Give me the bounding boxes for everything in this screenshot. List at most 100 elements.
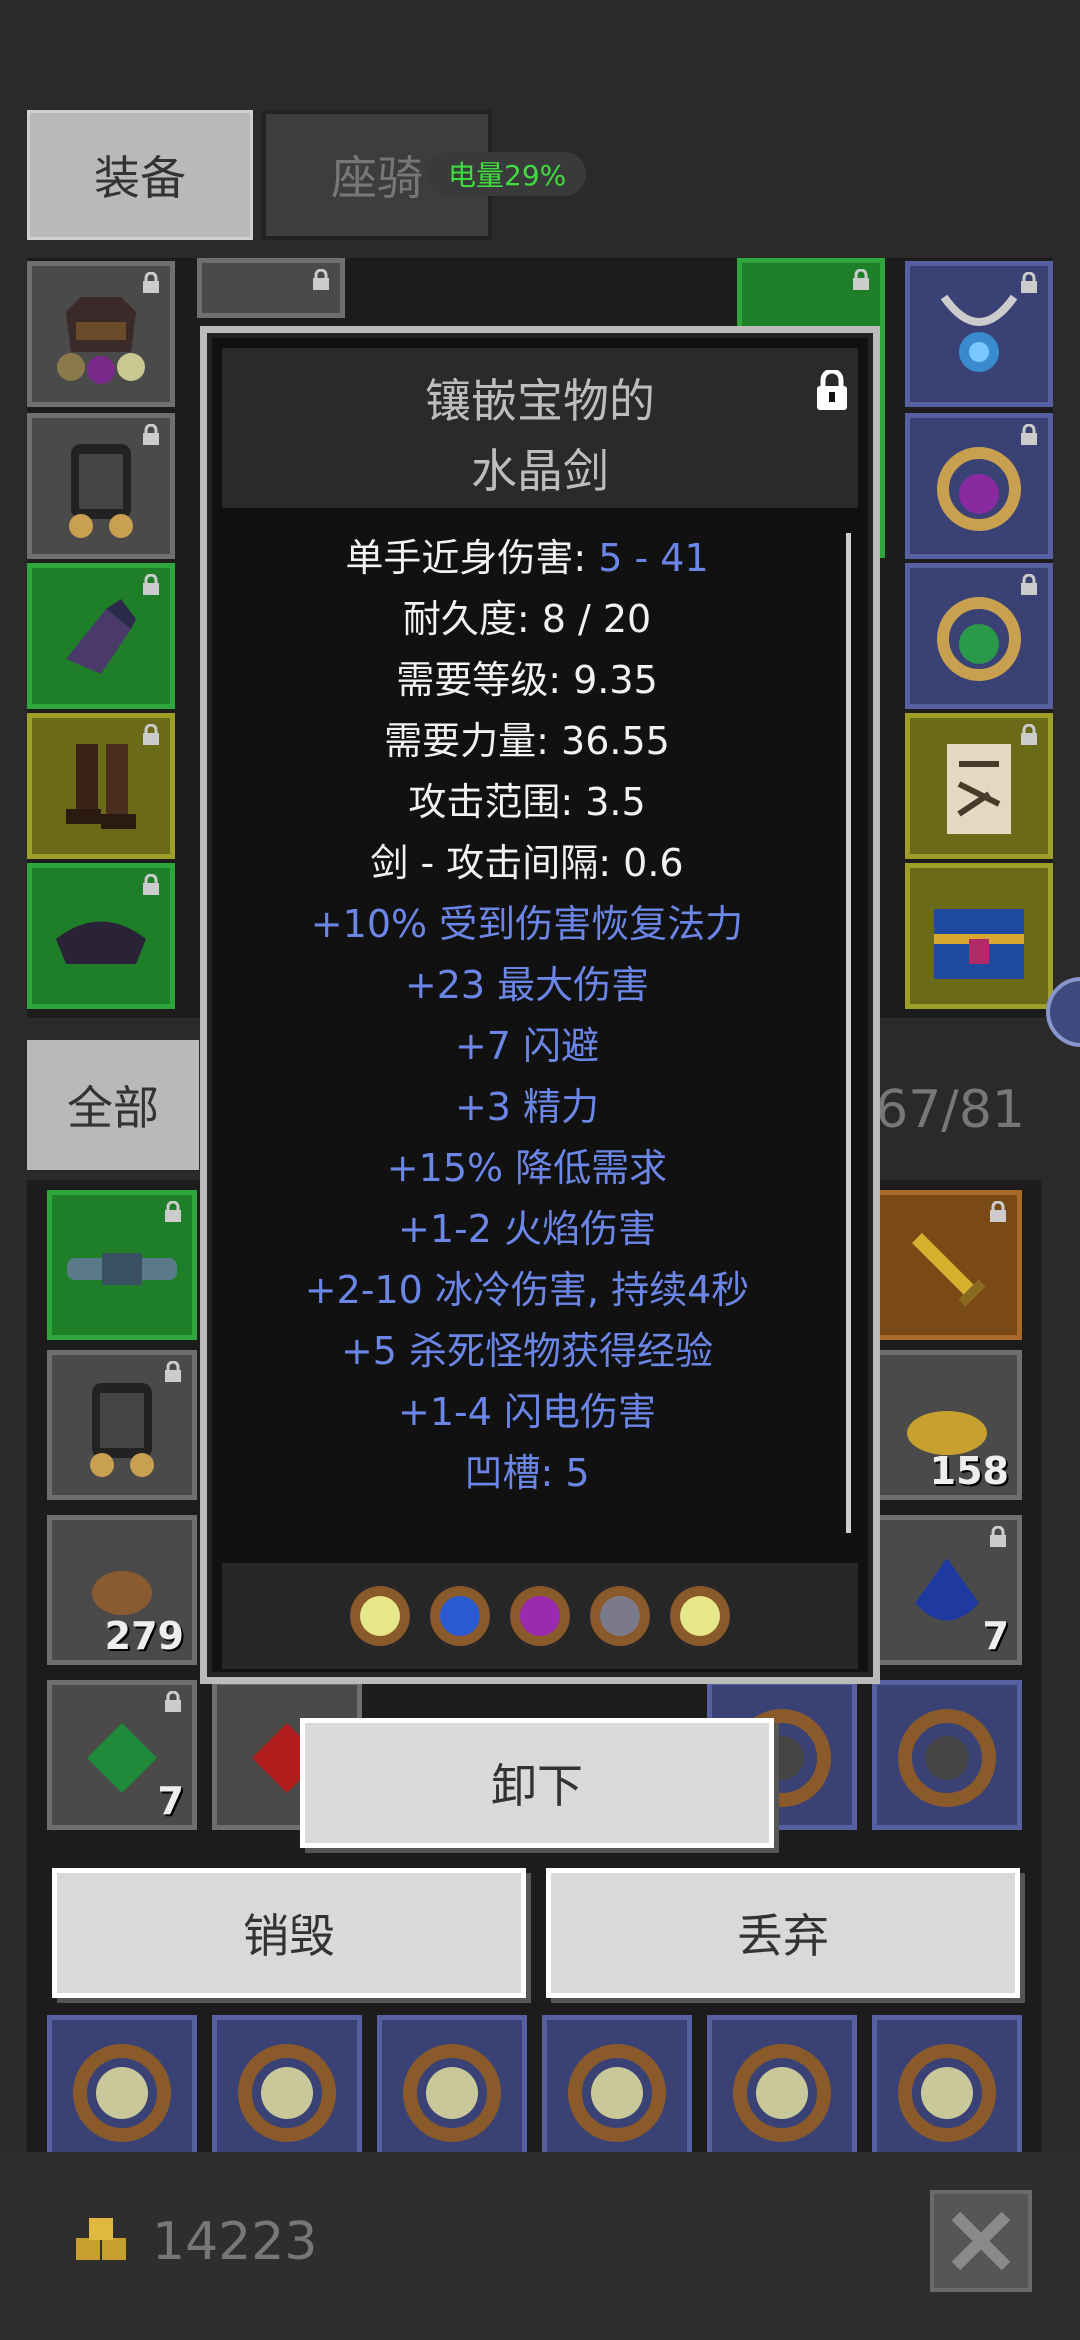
inventory-slot[interactable]: 7 (872, 1515, 1022, 1665)
mod-line: +10% 受到伤害恢复法力 (310, 902, 744, 946)
mod-line: +15% 降低需求 (386, 1146, 668, 1190)
stat-attack-range: 攻击范围: 3.5 (408, 780, 646, 824)
mod-line: +23 最大伤害 (404, 963, 650, 1007)
unequip-button-label: 卸下 (491, 1759, 583, 1813)
item-count: 279 (104, 1614, 184, 1658)
close-icon (951, 2211, 1011, 2271)
discard-button[interactable]: 丢弃 (546, 1868, 1020, 1998)
ring-green-icon (937, 596, 1021, 681)
yellow-gem-socket-icon (670, 1586, 730, 1646)
equip-slot-ring-1[interactable] (905, 413, 1053, 559)
destroy-button-label: 销毁 (243, 1909, 335, 1963)
gold-amount: 14223 (152, 2212, 318, 2272)
unequip-button[interactable]: 卸下 (300, 1718, 774, 1848)
gem-ring-icon (898, 2043, 996, 2142)
lock-icon (990, 1526, 1006, 1547)
equip-slot-helmet[interactable] (27, 261, 175, 407)
lock-icon (313, 269, 329, 290)
inventory-slot[interactable]: 158 (872, 1350, 1022, 1500)
inventory-slot[interactable] (872, 2015, 1022, 2155)
lock-icon (165, 1691, 181, 1712)
inventory-slot[interactable] (542, 2015, 692, 2155)
lock-icon (143, 874, 159, 895)
inventory-slot[interactable] (47, 2015, 197, 2155)
equip-slot-weapon[interactable] (197, 258, 345, 318)
yellow-gem-socket-icon (350, 1586, 410, 1646)
item-name-prefix: 镶嵌宝物的 (425, 374, 655, 428)
inventory-slot[interactable] (872, 1680, 1022, 1830)
armor-icon (69, 443, 133, 538)
item-count: 7 (157, 1779, 184, 1823)
mod-line: +2-10 冰冷伤害, 持续4秒 (304, 1268, 750, 1312)
mod-line: +1-4 闪电伤害 (398, 1390, 656, 1434)
inventory-slot[interactable] (707, 2015, 857, 2155)
item-count: 158 (929, 1449, 1009, 1493)
gem-ring-icon (568, 2043, 666, 2142)
equip-slot-armor[interactable] (27, 413, 175, 559)
equip-slot-gloves[interactable] (27, 563, 175, 709)
battery-indicator: 电量29% (428, 152, 587, 196)
mod-line: +1-2 火焰伤害 (398, 1207, 656, 1251)
stat-required-level: 需要等级: 9.35 (396, 658, 658, 702)
lock-icon[interactable] (814, 370, 850, 412)
mod-line: +7 闪避 (454, 1024, 600, 1068)
equip-slot-belt[interactable] (27, 863, 175, 1009)
tooltip-scrollbar[interactable] (846, 533, 851, 1533)
inventory-slot[interactable] (212, 2015, 362, 2155)
inventory-slot[interactable] (872, 1190, 1022, 1340)
stat-required-strength: 需要力量: 36.55 (384, 719, 670, 763)
sapphire-icon (915, 1557, 979, 1621)
item-name: 水晶剑 (471, 444, 609, 498)
close-button[interactable] (930, 2190, 1032, 2292)
gem-ring-icon (403, 2043, 501, 2142)
belt-icon (67, 1252, 177, 1285)
stat-damage-value: 5 - 41 (598, 536, 709, 580)
inventory-capacity: 67/81 (875, 1080, 1025, 1140)
emerald-icon (87, 1722, 157, 1793)
gold-coins-icon (76, 2218, 126, 2260)
scroll-icon (947, 743, 1011, 834)
stat-damage-label: 单手近身伤害: (345, 536, 599, 580)
tab-equipment-label: 装备 (94, 151, 186, 205)
inventory-slot[interactable]: 7 (47, 1680, 197, 1830)
tooltip-header: 镶嵌宝物的 水晶剑 (222, 348, 858, 508)
sword-icon (912, 1232, 986, 1307)
equip-slot-boots[interactable] (27, 713, 175, 859)
stat-durability: 耐久度: 8 / 20 (402, 597, 652, 641)
amulet-icon (940, 294, 1018, 372)
chest-icon (934, 908, 1024, 979)
gray-gem-socket-icon (590, 1586, 650, 1646)
inventory-slot[interactable] (377, 2015, 527, 2155)
equip-slot-amulet[interactable] (905, 261, 1053, 407)
stat-damage: 单手近身伤害: 5 - 41 (222, 528, 832, 589)
inventory-slot[interactable] (47, 1190, 197, 1340)
inventory-slot[interactable]: 279 (47, 1515, 197, 1665)
discard-button-label: 丢弃 (737, 1909, 829, 1963)
gem-ring-icon (73, 2043, 171, 2142)
socket-count: 凹槽: 5 (464, 1451, 590, 1495)
socket-bar (222, 1563, 858, 1669)
purple-gem-socket-icon (510, 1586, 570, 1646)
boots-icon (66, 743, 136, 829)
ring-purple-icon (937, 446, 1021, 531)
mod-line: +3 精力 (454, 1085, 600, 1129)
armor-icon (90, 1382, 154, 1477)
equip-slot-charm[interactable] (905, 713, 1053, 859)
tooltip-stats: 单手近身伤害: 5 - 41 耐久度: 8 / 20 需要等级: 9.35 需要… (222, 528, 832, 1504)
blue-gem-socket-icon (430, 1586, 490, 1646)
destroy-button[interactable]: 销毁 (52, 1868, 526, 1998)
lock-icon (853, 269, 869, 290)
gem-ring-icon (238, 2043, 336, 2142)
tab-equipment[interactable]: 装备 (27, 110, 253, 240)
inventory-slot[interactable] (47, 1350, 197, 1500)
filter-tab-all[interactable]: 全部 (27, 1040, 199, 1170)
equip-slot-ring-2[interactable] (905, 563, 1053, 709)
equip-slot-chest[interactable] (905, 863, 1053, 1009)
mod-line: +5 杀死怪物获得经验 (340, 1329, 714, 1373)
lock-icon (990, 1201, 1006, 1222)
tab-mount-label: 座骑 (331, 151, 423, 205)
filter-tab-all-label: 全部 (67, 1081, 159, 1135)
item-tooltip: 镶嵌宝物的 水晶剑 单手近身伤害: 5 - 41 耐久度: 8 / 20 需要等… (200, 326, 880, 1684)
stat-attack-interval: 剑 - 攻击间隔: 0.6 (370, 841, 684, 885)
item-count: 7 (982, 1614, 1009, 1658)
